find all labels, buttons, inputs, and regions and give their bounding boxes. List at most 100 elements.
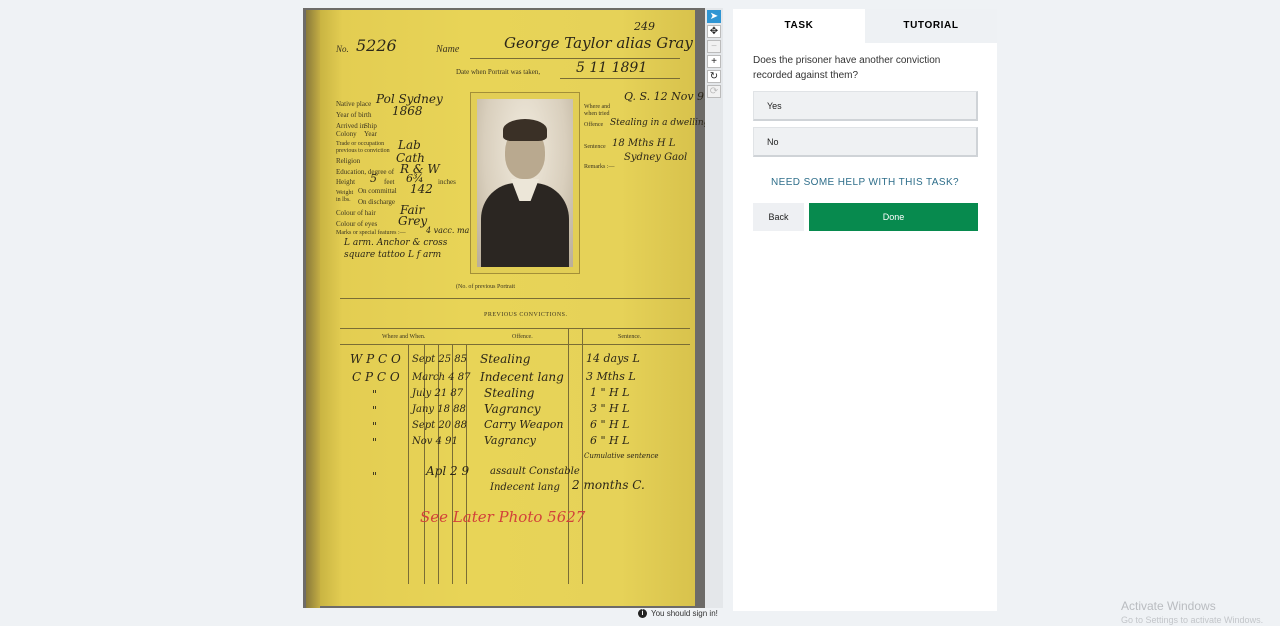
move-tool-icon[interactable]: ✥: [707, 25, 721, 38]
label-inches: inches: [438, 178, 456, 186]
answer-no-button[interactable]: No: [753, 127, 978, 157]
table-col-line-1: [408, 344, 409, 584]
conviction-date: July 21 87: [412, 388, 464, 399]
conviction-place: ": [372, 388, 378, 401]
sentence-value-1: 18 Mths H L: [612, 138, 676, 149]
signin-notice[interactable]: i You should sign in!: [638, 609, 718, 618]
zoom-out-icon[interactable]: −: [707, 40, 721, 53]
label-sentence: Sentence: [584, 144, 606, 150]
conviction-date: Sept 25 85: [412, 354, 467, 365]
sentence-value-2: Sydney Gaol: [624, 152, 688, 163]
label-where-tried: Where and when tried: [584, 104, 611, 117]
done-button[interactable]: Done: [809, 203, 978, 231]
label-previous-portrait: (No. of previous Portrait: [456, 284, 515, 290]
label-weight: Weight in lbs.: [336, 190, 354, 203]
label-ship: Ship: [364, 122, 377, 130]
task-panel: TASK TUTORIAL Does the prisoner have ano…: [733, 9, 997, 611]
height-feet-value: 5: [370, 172, 377, 185]
reset-view-icon[interactable]: ⟳: [707, 85, 721, 98]
tab-tutorial[interactable]: TUTORIAL: [865, 9, 997, 43]
conviction-offence: Stealing: [480, 352, 531, 366]
label-name: Name: [436, 44, 460, 55]
label-date-portrait: Date when Portrait was taken,: [456, 68, 541, 76]
label-native-place: Native place: [336, 100, 372, 108]
conviction-sentence: 3 " H L: [590, 402, 630, 415]
label-education: Education, degree of: [336, 168, 395, 176]
conviction-offence: Indecent lang: [480, 370, 564, 384]
conviction-offence: assault Constable: [490, 466, 580, 477]
page-number: 249: [634, 20, 655, 33]
portrait-date: 5 11 1891: [576, 60, 648, 76]
back-button[interactable]: Back: [753, 203, 804, 231]
trade-value: Lab: [398, 138, 421, 152]
page-spine: [306, 10, 320, 608]
label-height: Height: [336, 178, 356, 186]
activate-windows-subtitle: Go to Settings to activate Windows.: [1121, 615, 1264, 625]
eyes-value: Grey: [398, 214, 428, 228]
label-trade: Trade or occupation previous to convicti…: [336, 141, 390, 154]
conviction-offence: Carry Weapon: [484, 418, 564, 431]
label-on-committal: On committal: [358, 187, 397, 195]
signin-text: You should sign in!: [651, 609, 718, 618]
label-hair: Colour of hair: [336, 209, 376, 217]
label-religion: Religion: [336, 157, 361, 165]
table-header-line: [340, 344, 690, 345]
label-year: Year: [364, 130, 377, 138]
zoom-in-icon[interactable]: +: [707, 55, 721, 68]
conviction-date: Sept 20 88: [412, 420, 467, 431]
conviction-place: ": [372, 404, 378, 417]
conviction-date: Apl 2 9: [426, 464, 470, 478]
previous-convictions-heading: PREVIOUS CONVICTIONS.: [484, 312, 568, 318]
col-header-where-when: Where and When.: [382, 334, 426, 340]
conviction-note: Cumulative sentence: [584, 452, 659, 460]
table-col-line-7: [582, 328, 583, 584]
conviction-sentence: 6 " H L: [590, 434, 630, 447]
label-eyes: Colour of eyes: [336, 220, 378, 228]
pointer-tool-icon[interactable]: ➤: [707, 10, 721, 23]
panel-tabs: TASK TUTORIAL: [733, 9, 997, 43]
conviction-offence: Stealing: [484, 386, 535, 400]
marks-line-3: square tattoo L f arm: [344, 250, 442, 260]
offence-value: Stealing in a dwelling: [610, 118, 705, 128]
subject-image-viewer[interactable]: No. 5226 249 Name George Taylor alias Gr…: [303, 8, 705, 608]
section-divider: [340, 298, 690, 299]
conviction-place: C P C O: [352, 370, 400, 384]
label-feet: feet: [384, 178, 395, 186]
record-number: 5226: [356, 36, 397, 55]
tried-value: Q. S. 12 Nov 91: [624, 90, 705, 103]
col-header-sentence: Sentence.: [618, 334, 642, 340]
tab-task[interactable]: TASK: [733, 9, 865, 43]
portrait-hair: [503, 119, 547, 141]
conviction-sentence: 1 " H L: [590, 386, 630, 399]
name-line: [470, 58, 680, 59]
label-on-discharge: On discharge: [358, 198, 395, 206]
answer-yes-button[interactable]: Yes: [753, 91, 978, 121]
conviction-date: Jany 18 88: [412, 404, 466, 415]
conviction-sentence: 6 " H L: [590, 418, 630, 431]
conviction-date: Nov 4 91: [412, 436, 458, 447]
weight-value: 142: [410, 182, 433, 196]
date-line: [560, 78, 680, 79]
conviction-offence: Vagrancy: [484, 402, 541, 416]
label-marks: Marks or special features :—: [336, 230, 406, 236]
conviction-place: ": [372, 436, 378, 449]
conviction-sentence: 2 months C.: [572, 478, 645, 492]
label-no: No.: [336, 44, 349, 54]
table-top-line: [340, 328, 690, 329]
help-link[interactable]: NEED SOME HELP WITH THIS TASK?: [733, 177, 997, 188]
col-header-offence: Offence.: [512, 334, 533, 340]
rotate-icon[interactable]: ↻: [707, 70, 721, 83]
viewer-toolbar: ➤ ✥ − + ↻ ⟳: [705, 8, 723, 608]
label-year-of-birth: Year of birth: [336, 111, 372, 119]
table-col-line-6: [568, 328, 569, 584]
label-remarks: Remarks :—: [584, 164, 615, 170]
conviction-place: W P C O: [350, 352, 401, 366]
conviction-sentence: 14 days L: [586, 352, 640, 365]
record-page-scan: No. 5226 249 Name George Taylor alias Gr…: [306, 10, 705, 608]
prisoner-portrait-photo: [477, 99, 573, 267]
conviction-offence: Vagrancy: [484, 434, 536, 447]
portrait-frame: [470, 92, 580, 274]
conviction-extra-offence: Indecent lang: [490, 482, 560, 493]
conviction-sentence: 3 Mths L: [586, 370, 636, 383]
task-question: Does the prisoner have another convictio…: [753, 55, 941, 81]
